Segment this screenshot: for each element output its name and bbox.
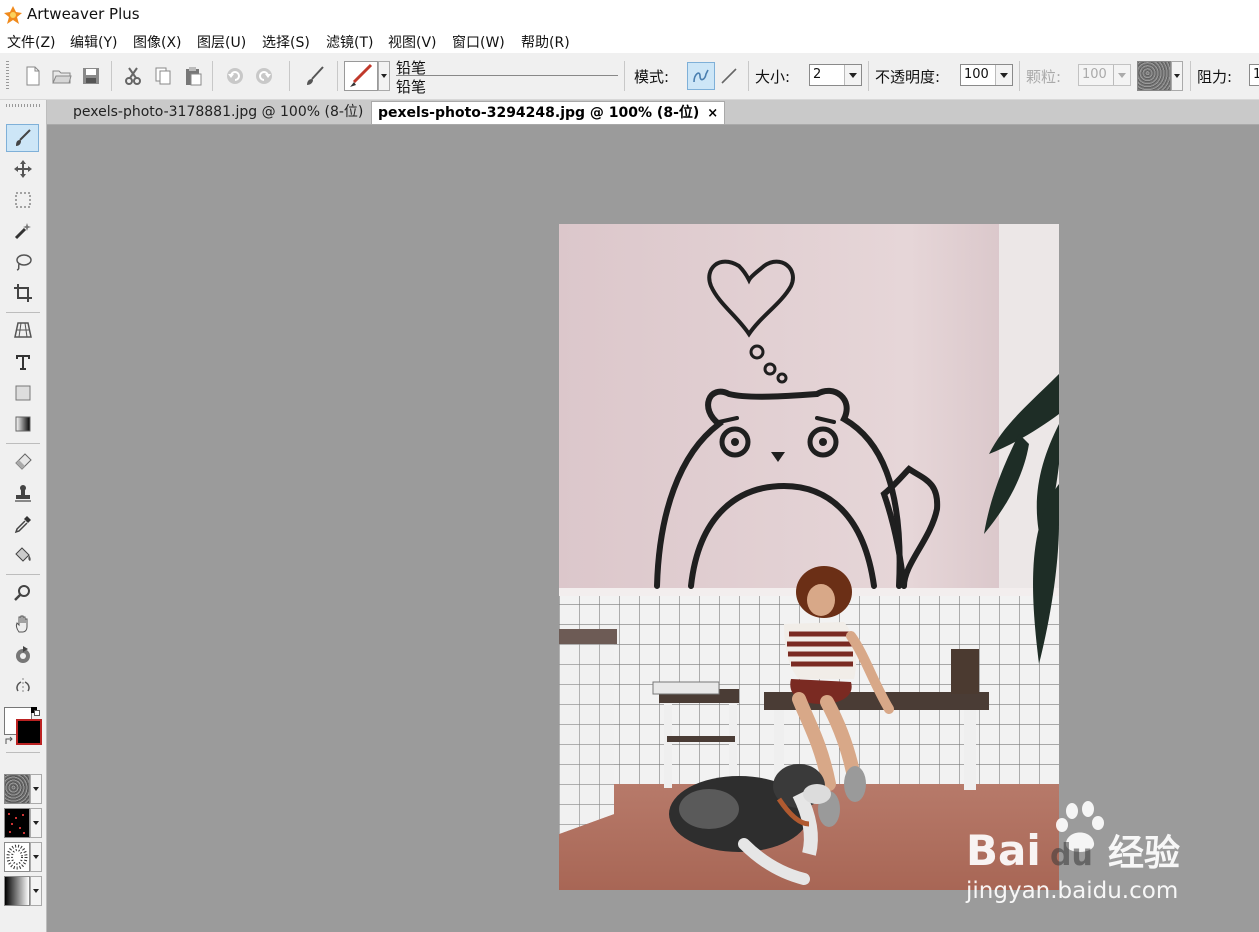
toolbar-separator bbox=[212, 61, 213, 91]
crop-icon[interactable] bbox=[6, 279, 39, 307]
document-tab-bar: pexels-photo-3178881.jpg @ 100% (8-位) pe… bbox=[47, 100, 1259, 125]
perspective-icon[interactable] bbox=[6, 316, 39, 344]
menu-bar: 文件(Z) 编辑(Y) 图像(X) 图层(U) 选择(S) 滤镜(T) 视图(V… bbox=[0, 30, 1259, 53]
tab-label: pexels-photo-3294248.jpg @ 100% (8-位) bbox=[378, 105, 700, 121]
size-combo[interactable]: 2 bbox=[809, 64, 862, 86]
new-document-icon[interactable] bbox=[22, 65, 44, 87]
watermark-cn: 经验 bbox=[1108, 833, 1180, 874]
freehand-stroke-icon[interactable] bbox=[687, 62, 715, 90]
text-icon[interactable] bbox=[6, 348, 39, 376]
grain-combo[interactable]: 100 bbox=[1078, 64, 1131, 86]
watermark-brand: Bai bbox=[966, 826, 1041, 875]
rectangle-select-icon[interactable] bbox=[6, 186, 39, 214]
toolbar-separator bbox=[868, 61, 869, 91]
menu-file[interactable]: 文件(Z) bbox=[7, 32, 56, 52]
save-icon[interactable] bbox=[80, 65, 102, 87]
resist-value: 1 bbox=[1253, 67, 1259, 82]
menu-window[interactable]: 窗口(W) bbox=[452, 32, 505, 52]
toolbar-separator bbox=[111, 61, 112, 91]
toolbox bbox=[0, 100, 47, 932]
clone-stamp-icon[interactable] bbox=[6, 479, 39, 507]
mode-label: 模式: bbox=[634, 68, 670, 86]
tab-document-2[interactable]: pexels-photo-3294248.jpg @ 100% (8-位) × bbox=[371, 101, 726, 124]
rotate-icon[interactable] bbox=[6, 641, 39, 669]
copy-icon[interactable] bbox=[152, 65, 174, 87]
menu-edit[interactable]: 编辑(Y) bbox=[70, 32, 117, 52]
title-bar: Artweaver Plus bbox=[0, 0, 1259, 30]
toolbar-separator bbox=[289, 61, 290, 91]
baidu-jingyan-watermark: Bai du 经验 jingyan.baidu.com bbox=[960, 795, 1200, 910]
menu-select[interactable]: 选择(S) bbox=[262, 32, 310, 52]
texture-swatch[interactable] bbox=[1137, 61, 1183, 91]
cut-icon[interactable] bbox=[122, 65, 144, 87]
opacity-label: 不透明度: bbox=[875, 68, 941, 86]
options-toolbar: 铅笔 铅笔 模式: 大小: 2 不透明度: 100 颗粒: 100 阻力: 1 bbox=[0, 53, 1259, 100]
hand-icon[interactable] bbox=[6, 610, 39, 638]
brush-shape-swatch[interactable] bbox=[4, 842, 30, 872]
gradient-dropdown[interactable] bbox=[30, 876, 42, 906]
toolbar-separator bbox=[1019, 61, 1020, 91]
redo-icon[interactable] bbox=[253, 65, 275, 87]
artweaver-logo-icon bbox=[3, 5, 23, 25]
zoom-icon[interactable] bbox=[6, 579, 39, 607]
toolbar-grip[interactable] bbox=[6, 61, 9, 91]
size-value: 2 bbox=[813, 67, 822, 82]
line-stroke-icon[interactable] bbox=[718, 65, 740, 87]
menu-help[interactable]: 帮助(R) bbox=[521, 32, 570, 52]
paintbrush-icon[interactable] bbox=[6, 124, 39, 152]
toolbox-separator bbox=[6, 574, 40, 575]
default-colors-icon[interactable] bbox=[31, 707, 40, 716]
gradient-icon[interactable] bbox=[6, 410, 39, 438]
menu-image[interactable]: 图像(X) bbox=[133, 32, 182, 52]
resist-combo[interactable]: 1 bbox=[1249, 64, 1259, 86]
resist-label: 阻力: bbox=[1197, 68, 1233, 86]
app-title: Artweaver Plus bbox=[27, 5, 140, 23]
toolbox-separator bbox=[6, 752, 40, 753]
brush-preset-picker[interactable] bbox=[344, 61, 390, 91]
toolbar-separator bbox=[337, 61, 338, 91]
paste-icon[interactable] bbox=[182, 65, 204, 87]
preset-divider bbox=[396, 75, 618, 76]
swap-colors-icon[interactable] bbox=[4, 734, 14, 744]
tab-label: pexels-photo-3178881.jpg @ 100% (8-位) bbox=[73, 104, 364, 120]
opacity-value: 100 bbox=[964, 67, 989, 82]
grain-value: 100 bbox=[1082, 67, 1107, 82]
preset-name-label: 铅笔 bbox=[396, 78, 427, 96]
tab-document-1[interactable]: pexels-photo-3178881.jpg @ 100% (8-位) bbox=[67, 101, 369, 123]
undo-icon[interactable] bbox=[224, 65, 246, 87]
toolbar-separator bbox=[1190, 61, 1191, 91]
toolbox-separator bbox=[6, 312, 40, 313]
paper-texture-dropdown[interactable] bbox=[30, 774, 42, 804]
eraser-icon[interactable] bbox=[6, 448, 39, 476]
toolbox-separator bbox=[6, 443, 40, 444]
pattern-swatch[interactable] bbox=[4, 808, 30, 838]
symmetry-icon[interactable] bbox=[6, 672, 39, 700]
size-label: 大小: bbox=[755, 68, 791, 86]
opacity-combo[interactable]: 100 bbox=[960, 64, 1013, 86]
shape-icon[interactable] bbox=[6, 379, 39, 407]
watermark-url: jingyan.baidu.com bbox=[965, 878, 1178, 904]
magic-wand-icon[interactable] bbox=[6, 217, 39, 245]
eyedropper-icon[interactable] bbox=[6, 510, 39, 538]
pattern-dropdown[interactable] bbox=[30, 808, 42, 838]
brush-shape-dropdown[interactable] bbox=[30, 842, 42, 872]
move-icon[interactable] bbox=[6, 155, 39, 183]
menu-filter[interactable]: 滤镜(T) bbox=[326, 32, 373, 52]
brush-icon[interactable] bbox=[304, 65, 326, 87]
gradient-swatch[interactable] bbox=[4, 876, 30, 906]
watermark-brand-tail: du bbox=[1050, 838, 1093, 873]
paper-texture-swatch[interactable] bbox=[4, 774, 30, 804]
tab-close-icon[interactable]: × bbox=[707, 106, 718, 121]
menu-view[interactable]: 视图(V) bbox=[388, 32, 437, 52]
document-canvas-image[interactable] bbox=[559, 224, 1059, 890]
toolbar-separator bbox=[624, 61, 625, 91]
foreground-color-swatch[interactable] bbox=[16, 719, 42, 745]
paint-bucket-icon[interactable] bbox=[6, 541, 39, 569]
toolbar-separator bbox=[748, 61, 749, 91]
toolbox-grip[interactable] bbox=[6, 104, 40, 107]
lasso-icon[interactable] bbox=[6, 248, 39, 276]
menu-layer[interactable]: 图层(U) bbox=[197, 32, 246, 52]
grain-label: 颗粒: bbox=[1026, 68, 1062, 86]
open-folder-icon[interactable] bbox=[51, 65, 73, 87]
